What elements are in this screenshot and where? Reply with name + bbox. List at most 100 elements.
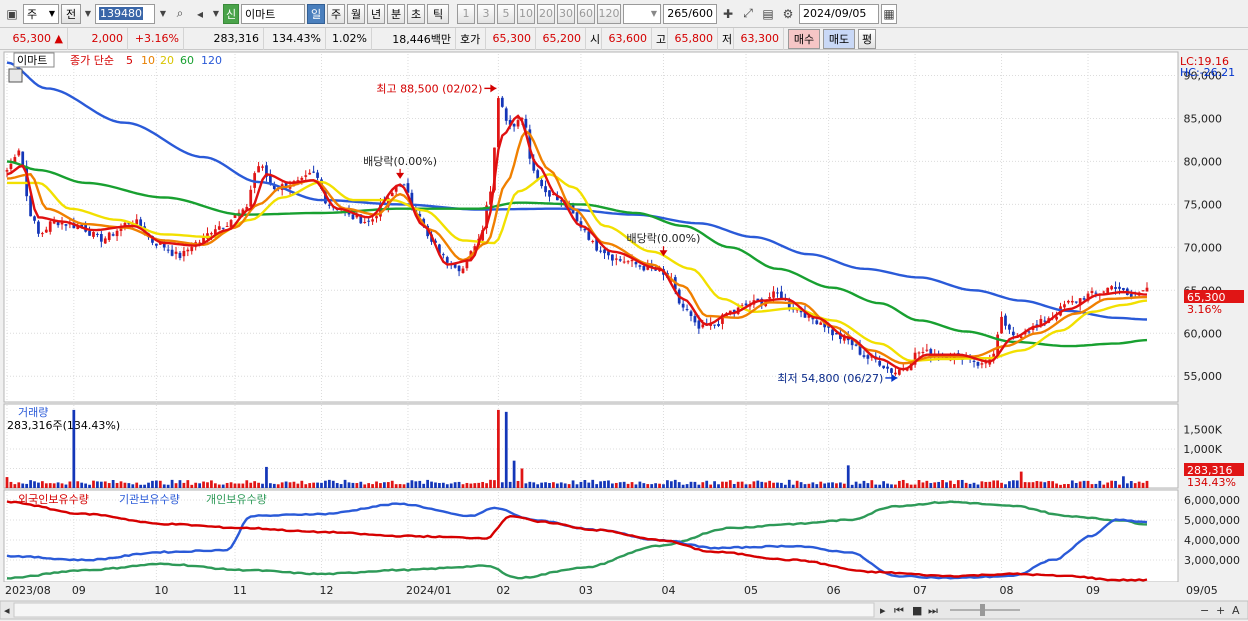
candle-body <box>917 352 921 354</box>
crosshair-icon[interactable]: ✚ <box>719 4 737 24</box>
calendar-icon[interactable]: ▦ <box>881 3 897 24</box>
volume-bar <box>249 482 253 488</box>
candle-body <box>1043 320 1047 322</box>
period-select-value: 주 <box>27 7 38 21</box>
candle-body <box>618 259 622 261</box>
volume-bar <box>489 479 492 488</box>
holdings-tick-label: 5,000,000 <box>1184 514 1240 527</box>
volume-bar <box>351 482 355 488</box>
chevron-down-icon[interactable]: ▼ <box>211 4 221 24</box>
tab-second[interactable]: 초 <box>407 3 425 24</box>
volume-bar <box>831 482 834 488</box>
num-tab-120[interactable]: 120 <box>597 3 621 24</box>
gear-icon[interactable]: ⚙ <box>779 4 797 24</box>
volume-bar <box>937 481 941 488</box>
search-icon[interactable]: ⌕ <box>171 4 189 24</box>
volume-bar <box>709 484 713 488</box>
volume-bar <box>567 484 571 488</box>
candle-body <box>308 172 312 175</box>
table-icon[interactable] <box>8 68 23 83</box>
volume-bar <box>968 483 972 488</box>
eval-button[interactable]: 평 <box>858 28 876 49</box>
candle-body <box>1055 316 1058 320</box>
volume-bar <box>783 484 787 488</box>
volume-bar <box>666 480 669 488</box>
volume-bar <box>441 482 445 488</box>
low-price: 63,300 <box>734 27 784 50</box>
tab-day[interactable]: 일 <box>307 3 325 24</box>
chevron-down-icon[interactable]: ▼ <box>83 4 93 24</box>
volume-bar <box>194 482 198 488</box>
tab-month[interactable]: 월 <box>347 3 365 24</box>
save-icon[interactable]: ▤ <box>759 4 777 24</box>
tool-icon[interactable]: ⤢ <box>739 4 757 24</box>
volume-bar <box>56 482 60 488</box>
volume-value-label: 283,316주(134.43%) <box>7 419 120 432</box>
volume-bar <box>500 482 504 488</box>
volume-bar <box>673 479 677 488</box>
count-field[interactable]: 265/600 <box>663 3 717 24</box>
volume-box-pct: 134.43% <box>1187 476 1236 489</box>
x-tick-label: 02 <box>496 584 510 597</box>
volume-bar <box>638 481 642 488</box>
date-input[interactable]: 2024/09/05 <box>799 3 879 24</box>
candle-body <box>1070 300 1074 303</box>
volume-bar <box>614 482 618 488</box>
period-select[interactable]: 주 ▼ <box>23 3 59 24</box>
stock-name-field[interactable]: 이마트 <box>241 3 305 24</box>
num-tab-30[interactable]: 30 <box>557 3 575 24</box>
candle-body <box>402 184 406 186</box>
volume-bar <box>960 479 964 488</box>
volume-bar <box>296 483 300 488</box>
tab-week[interactable]: 주 <box>327 3 345 24</box>
custom-num-input[interactable]: ▼ <box>623 3 661 24</box>
tab-tick[interactable]: 틱 <box>427 3 449 24</box>
sell-button[interactable]: 매도 <box>823 28 855 49</box>
stock-chart[interactable]: 최고 88,500 (02/02) 최저 54,800 (06/27) 배당락(0.… <box>0 50 1248 621</box>
num-tab-10[interactable]: 10 <box>517 3 535 24</box>
chevron-down-icon[interactable]: ▼ <box>157 4 169 24</box>
candle-body <box>107 232 111 240</box>
tab-minute[interactable]: 분 <box>387 3 405 24</box>
volume-bar <box>890 484 893 488</box>
volume-bar <box>390 480 394 488</box>
candle-body <box>614 258 618 260</box>
volume-bar <box>607 480 610 488</box>
num-tab-3[interactable]: 3 <box>477 3 495 24</box>
volume-bar <box>186 480 190 488</box>
volume-bar <box>119 481 123 488</box>
tab-year[interactable]: 년 <box>367 3 385 24</box>
volume-bar <box>811 482 815 488</box>
num-tab-60[interactable]: 60 <box>577 3 595 24</box>
candle-body <box>103 238 107 244</box>
candle-body <box>862 355 866 357</box>
candle-body <box>504 108 508 121</box>
code-input[interactable]: 139480 <box>95 3 155 24</box>
volume-bar <box>139 484 143 488</box>
volume-bar <box>548 482 551 488</box>
holdings-tick-label: 6,000,000 <box>1184 494 1240 507</box>
volume-bar <box>701 482 705 488</box>
volume-bar <box>379 483 382 488</box>
prev-button[interactable]: 전 <box>61 3 81 24</box>
num-tab-5[interactable]: 5 <box>497 3 515 24</box>
volume-bar <box>1047 480 1051 488</box>
scroll-bar[interactable]: ◂ ▸ ⏮ ■ ⏭ +− A <box>0 600 1248 620</box>
buy-button[interactable]: 매수 <box>788 28 820 49</box>
volume-bar <box>850 484 854 488</box>
layout-icon[interactable]: ▣ <box>3 4 21 24</box>
volume-bar <box>25 483 29 488</box>
candle-body <box>1122 288 1125 290</box>
num-tab-1[interactable]: 1 <box>457 3 475 24</box>
font-icon: A <box>1232 604 1240 617</box>
volume-bar <box>347 482 351 488</box>
volume-bar <box>143 484 146 488</box>
num-tab-20[interactable]: 20 <box>537 3 555 24</box>
volume-bar <box>571 480 575 488</box>
volume-bar <box>528 481 532 488</box>
candle-body <box>548 190 551 197</box>
current-price-value: 65,300 <box>12 32 52 45</box>
speaker-icon[interactable]: ◂ <box>191 4 209 24</box>
volume-title: 거래량 <box>18 406 48 419</box>
volume-bar <box>363 484 367 488</box>
